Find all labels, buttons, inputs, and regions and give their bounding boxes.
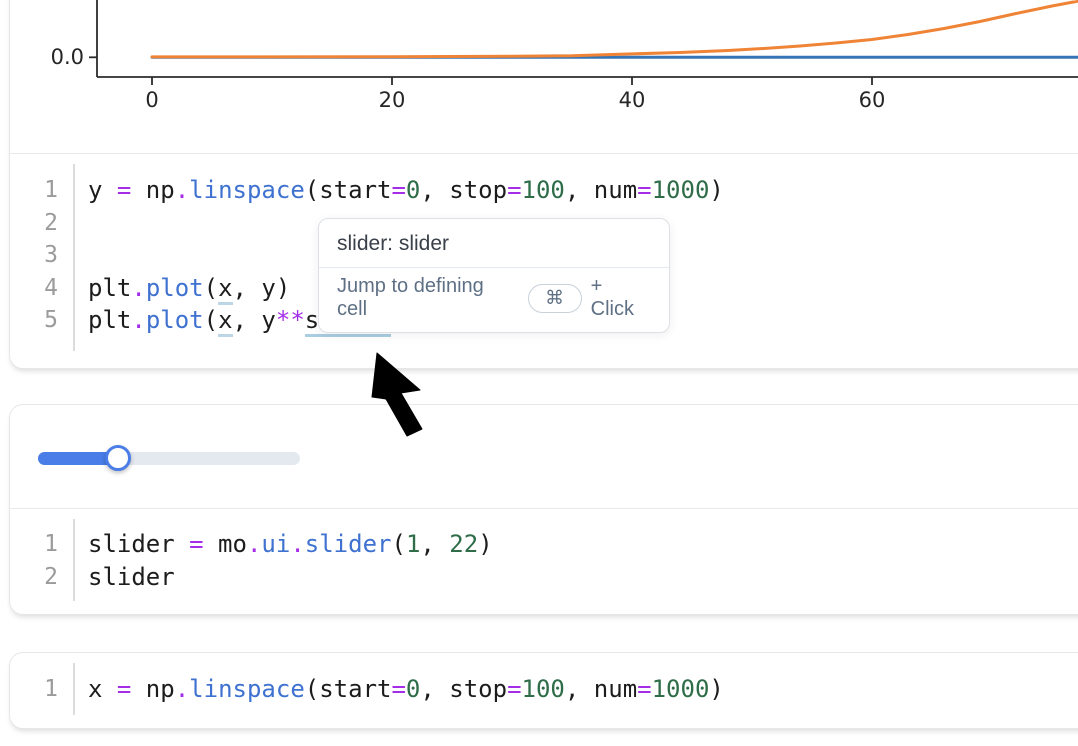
code-token: ) bbox=[709, 675, 723, 703]
code-token: 22 bbox=[449, 530, 478, 558]
code-token: 100 bbox=[522, 176, 565, 204]
line-number: 2 bbox=[10, 561, 72, 594]
code-line[interactable]: 1slider = mo.ui.slider(1, 22) bbox=[10, 528, 1078, 561]
code-token: (start bbox=[305, 176, 392, 204]
code-token: , y) bbox=[233, 274, 291, 302]
variable-reference: x bbox=[218, 274, 232, 305]
code-token: . bbox=[290, 530, 304, 558]
code-token: 1000 bbox=[652, 176, 710, 204]
line-number: 1 bbox=[10, 174, 72, 207]
plot-svg: 0.0 0 20 40 60 bbox=[10, 0, 1078, 153]
code-token: = bbox=[507, 176, 521, 204]
code-token: = bbox=[117, 176, 131, 204]
code-token: plt bbox=[88, 274, 131, 302]
code-token: . bbox=[131, 274, 145, 302]
code-token: linspace bbox=[189, 176, 305, 204]
code-token: . bbox=[175, 176, 189, 204]
code-editor[interactable]: 1slider = mo.ui.slider(1, 22)2slider bbox=[10, 509, 1078, 613]
code-line[interactable]: 2 slider bbox=[10, 561, 1078, 594]
code-token: slider bbox=[88, 530, 189, 558]
code-token: ) bbox=[709, 176, 723, 204]
line-number: 4 bbox=[10, 272, 72, 305]
slider-thumb[interactable] bbox=[105, 445, 131, 471]
tooltip-title: slider: slider bbox=[319, 219, 669, 267]
command-key-badge: ⌘ bbox=[528, 284, 582, 313]
line-number: 2 bbox=[10, 207, 72, 240]
code-token: plot bbox=[146, 306, 204, 334]
code-line[interactable]: 1y = np.linspace(start=0, stop=100, num=… bbox=[10, 174, 1078, 207]
code-token: . bbox=[131, 306, 145, 334]
code-token: , num bbox=[565, 176, 637, 204]
svg-text:60: 60 bbox=[859, 88, 886, 112]
code-token: x bbox=[88, 675, 117, 703]
code-token: ** bbox=[276, 306, 305, 334]
gutter-divider bbox=[73, 519, 75, 601]
tooltip-action-text: Jump to defining cell bbox=[337, 275, 519, 321]
code-token: plot bbox=[146, 274, 204, 302]
code-token: mo bbox=[204, 530, 247, 558]
code-token: = bbox=[391, 176, 405, 204]
code-token: , stop bbox=[420, 675, 507, 703]
line-number: 3 bbox=[10, 239, 72, 272]
code-token: slider bbox=[305, 530, 392, 558]
code-token: plt bbox=[88, 306, 131, 334]
code-token: 100 bbox=[522, 675, 565, 703]
code-token: ( bbox=[204, 306, 218, 334]
svg-text:0: 0 bbox=[145, 88, 158, 112]
matplotlib-figure-output: 0.0 0 20 40 60 bbox=[10, 0, 1078, 154]
gutter-divider bbox=[73, 663, 75, 715]
code-token: , num bbox=[565, 675, 637, 703]
code-token: = bbox=[189, 530, 203, 558]
svg-text:20: 20 bbox=[379, 88, 406, 112]
code-token: (start bbox=[305, 675, 392, 703]
code-token: ui bbox=[261, 530, 290, 558]
code-token: = bbox=[637, 176, 651, 204]
code-token: . bbox=[247, 530, 261, 558]
code-token: , y bbox=[233, 306, 276, 334]
notebook-cell-slider: 1slider = mo.ui.slider(1, 22)2slider bbox=[9, 404, 1078, 615]
code-token: 0 bbox=[406, 675, 420, 703]
code-token: ) bbox=[478, 530, 492, 558]
slider-output bbox=[10, 405, 1078, 509]
code-token: np bbox=[131, 176, 174, 204]
code-editor[interactable]: 1x = np.linspace(start=0, stop=100, num=… bbox=[10, 653, 1078, 727]
code-token: = bbox=[507, 675, 521, 703]
code-token: , bbox=[420, 530, 449, 558]
code-token: 0 bbox=[406, 176, 420, 204]
svg-text:0.0: 0.0 bbox=[51, 45, 84, 69]
code-token: ( bbox=[204, 274, 218, 302]
code-token: . bbox=[175, 675, 189, 703]
variable-reference: x bbox=[218, 306, 232, 337]
line-number: 5 bbox=[10, 304, 72, 337]
gutter-divider bbox=[73, 164, 75, 351]
notebook-cell-x: 1x = np.linspace(start=0, stop=100, num=… bbox=[9, 652, 1078, 729]
code-token: 1000 bbox=[652, 675, 710, 703]
tooltip-click-text: + Click bbox=[591, 275, 651, 321]
code-token: ( bbox=[391, 530, 405, 558]
code-token: linspace bbox=[189, 675, 305, 703]
code-lines: 1slider = mo.ui.slider(1, 22)2slider bbox=[10, 528, 1078, 593]
code-token: slider bbox=[88, 563, 175, 591]
code-token: np bbox=[131, 675, 174, 703]
code-token: = bbox=[391, 675, 405, 703]
code-token: , stop bbox=[420, 176, 507, 204]
line-number: 1 bbox=[10, 673, 72, 706]
code-lines: 1x = np.linspace(start=0, stop=100, num=… bbox=[10, 673, 1078, 706]
code-line[interactable]: 1x = np.linspace(start=0, stop=100, num=… bbox=[10, 673, 1078, 706]
code-token: 1 bbox=[406, 530, 420, 558]
code-token: y bbox=[88, 176, 117, 204]
slider-widget[interactable] bbox=[38, 445, 338, 473]
code-token: = bbox=[117, 675, 131, 703]
line-number: 1 bbox=[10, 528, 72, 561]
svg-text:40: 40 bbox=[619, 88, 646, 112]
variable-hover-tooltip: slider: slider Jump to defining cell ⌘ +… bbox=[318, 218, 670, 333]
code-token: = bbox=[637, 675, 651, 703]
